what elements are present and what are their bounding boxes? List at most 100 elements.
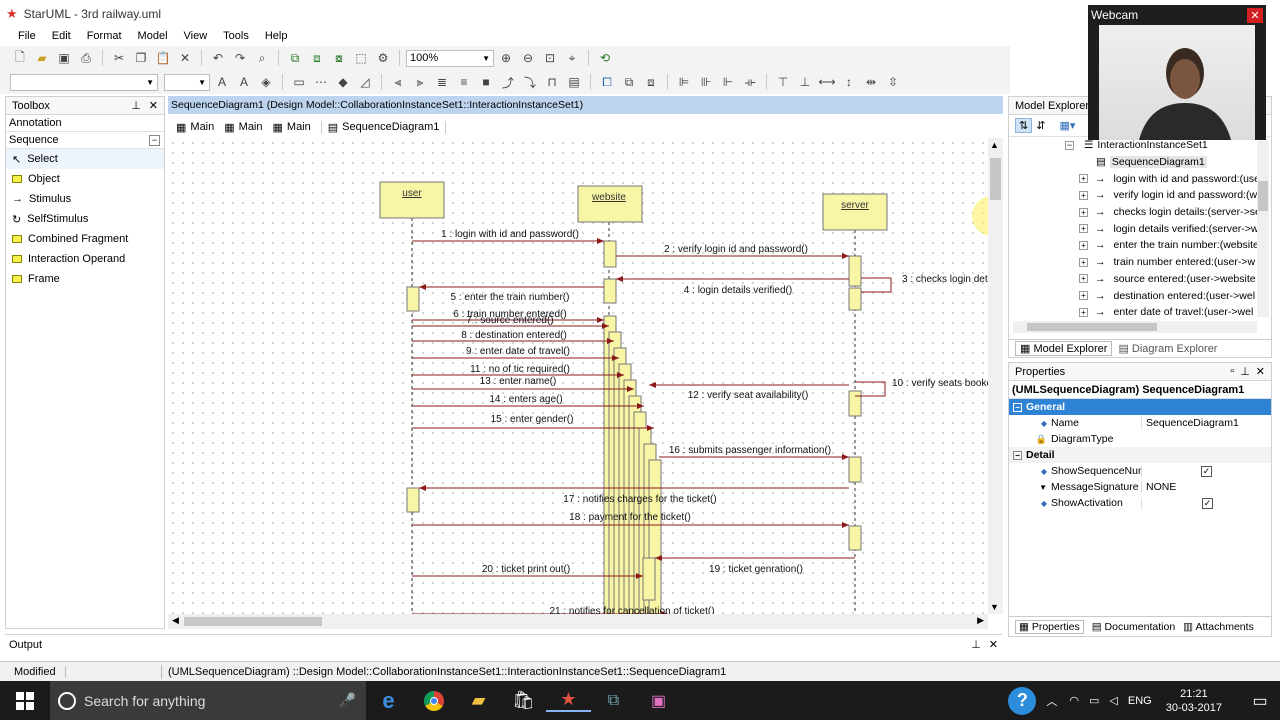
tree-item-message[interactable]: + → train number entered:(user->w — [1065, 254, 1271, 271]
show-activation-checkbox[interactable]: ✓ — [1202, 497, 1213, 509]
tree-item-message[interactable]: + → login with id and password:(use — [1065, 170, 1271, 187]
cut-icon[interactable]: ✂ — [109, 49, 129, 67]
close-icon[interactable]: ✕ — [989, 638, 998, 651]
message-arrowhead[interactable] — [842, 454, 849, 460]
tree-item-message[interactable]: + → destination entered:(user->wel — [1065, 287, 1271, 304]
zoom-combo[interactable]: 100% ▼ — [406, 49, 494, 67]
close-icon[interactable]: ✕ — [1256, 365, 1265, 378]
message-arrowhead[interactable] — [419, 485, 426, 491]
activation-bar[interactable] — [848, 456, 862, 483]
prop-showactivation[interactable]: ◆ ShowActivation ✓ — [1009, 495, 1271, 511]
text-icon[interactable]: ≡ — [454, 73, 474, 91]
chrome-icon[interactable] — [411, 690, 456, 711]
sort-icon[interactable]: ⇅ — [1015, 118, 1033, 133]
arrange-icon[interactable]: ⧠ — [597, 73, 617, 91]
microphone-icon[interactable]: 🎤 — [339, 692, 366, 709]
tool-interaction-operand[interactable]: Interaction Operand — [6, 249, 164, 269]
activation-bar[interactable] — [603, 278, 617, 304]
font-family-combo[interactable]: ▼ — [10, 73, 158, 91]
help-icon[interactable]: ? — [1008, 686, 1037, 715]
message-arrowhead[interactable] — [842, 522, 849, 528]
color-icon[interactable]: ◆ — [333, 73, 353, 91]
wifi-icon[interactable]: ◠ — [1069, 694, 1079, 707]
tab-model-explorer[interactable]: ▦ Model Explorer — [1015, 341, 1113, 356]
language-indicator[interactable]: ENG — [1128, 695, 1152, 707]
filter-icon[interactable]: ▦▾ — [1059, 119, 1075, 132]
scroll-right-icon[interactable]: ▶ — [977, 615, 984, 626]
vertical-scrollbar[interactable]: ▲ ▼ — [988, 138, 1003, 614]
autosize-icon[interactable]: ▤ — [564, 73, 584, 91]
tree-item-message[interactable]: + → source entered:(user->website — [1065, 271, 1271, 288]
menu-edit[interactable]: Edit — [46, 30, 77, 42]
save-icon[interactable]: ▣ — [54, 49, 74, 67]
tool-selfstimulus[interactable]: ↻ SelfStimulus — [6, 209, 164, 229]
category-general[interactable]: − General — [1009, 399, 1271, 415]
collapse-icon[interactable]: − — [149, 134, 160, 146]
restore-icon[interactable]: ▫ — [1230, 365, 1234, 378]
bring-front-icon[interactable]: ⧉ — [619, 73, 639, 91]
align-centers-icon[interactable]: ⊪ — [696, 73, 716, 91]
tree-item-message[interactable]: + → verify login id and password:(w — [1065, 187, 1271, 204]
scroll-left-icon[interactable]: ◀ — [172, 615, 179, 626]
diagram-canvas[interactable]: user website server 1 : login with id and p… — [168, 138, 988, 614]
pin-icon[interactable]: ⊥ — [971, 638, 981, 651]
open-folder-icon[interactable]: ▰ — [32, 49, 52, 67]
activation-bar[interactable] — [406, 487, 420, 513]
diagram-icon[interactable]: ⧈ — [307, 49, 327, 67]
paste-icon[interactable]: 📋 — [153, 49, 173, 67]
tree-item-message[interactable]: + → enter date of travel:(user->wel — [1065, 304, 1271, 321]
close-icon[interactable]: ✕ — [149, 99, 158, 112]
tab-main-1[interactable]: ▦ Main — [176, 121, 214, 134]
close-icon[interactable]: ✕ — [1247, 7, 1263, 23]
prop-value[interactable]: NONE — [1141, 481, 1176, 493]
tool-combined-fragment[interactable]: Combined Fragment — [6, 229, 164, 249]
activation-bar[interactable] — [406, 286, 420, 312]
zoom-in-icon[interactable]: ⊕ — [496, 49, 516, 67]
space-vertical-icon[interactable]: ↕ — [839, 73, 859, 91]
zoom-out-icon[interactable]: ⊖ — [518, 49, 538, 67]
fill-color-icon[interactable]: ◈ — [256, 73, 276, 91]
layout-icon[interactable]: ⧇ — [329, 49, 349, 67]
message-arrowhead[interactable] — [597, 317, 604, 323]
show-sequence-checkbox[interactable]: ✓ — [1201, 465, 1212, 477]
prop-messagesignature[interactable]: ▼ MessageSignature NONE — [1009, 479, 1271, 495]
copy-icon[interactable]: ❐ — [131, 49, 151, 67]
tab-attachments[interactable]: ▥ Attachments — [1183, 621, 1254, 633]
tab-documentation[interactable]: ▤ Documentation — [1092, 621, 1175, 633]
send-back-icon[interactable]: ⧈ — [641, 73, 661, 91]
message-arrowhead[interactable] — [649, 382, 656, 388]
chevron-up-icon[interactable]: ︿ — [1046, 693, 1057, 709]
message-arrowhead[interactable] — [419, 284, 426, 290]
box-icon[interactable]: ■ — [476, 73, 496, 91]
activation-bar[interactable] — [848, 255, 862, 287]
print-icon[interactable]: ⎙ — [76, 49, 96, 67]
tab-main-3[interactable]: ▦ Main — [273, 121, 311, 134]
tab-properties[interactable]: ▦ Properties — [1015, 619, 1084, 634]
battery-icon[interactable]: ▭ — [1089, 694, 1099, 707]
tab-sequence-diagram[interactable]: ▤ SequenceDiagram1 — [320, 120, 447, 134]
font-color-icon[interactable]: A — [234, 73, 254, 91]
align-left-icon[interactable]: ⫷ — [388, 73, 408, 91]
activation-bar[interactable] — [848, 390, 862, 417]
message-arrowhead[interactable] — [842, 253, 849, 259]
distribute-icon[interactable]: ⇹ — [861, 73, 881, 91]
edge-icon[interactable]: e — [366, 688, 411, 714]
windows-start-icon[interactable] — [0, 691, 50, 710]
clock[interactable]: 21:21 30-03-2017 — [1166, 687, 1222, 715]
notifications-icon[interactable]: ▭ — [1240, 691, 1280, 711]
tab-main-2[interactable]: ▦ Main — [224, 121, 262, 134]
network-tool-icon[interactable]: ⧉ — [591, 692, 636, 710]
activation-bar[interactable] — [642, 557, 656, 601]
sort-alpha-icon[interactable]: ⇵ — [1036, 119, 1045, 132]
explorer-vscroll[interactable] — [1257, 141, 1269, 317]
tab-diagram-explorer[interactable]: ▤ Diagram Explorer — [1118, 342, 1217, 355]
scroll-up-icon[interactable]: ▲ — [990, 140, 999, 150]
zoom-reset-icon[interactable]: ⌖ — [562, 49, 582, 67]
export-icon[interactable]: ⬚ — [351, 49, 371, 67]
tree-item-message[interactable]: + → login details verified:(server->w — [1065, 220, 1271, 237]
align-center-icon[interactable]: ⫸ — [410, 73, 430, 91]
store-icon[interactable]: 🛍 — [501, 690, 546, 711]
route-icon[interactable]: ⤴ — [498, 73, 518, 91]
taskbar-search[interactable]: Search for anything 🎤 — [50, 681, 366, 720]
align-right-icon[interactable]: ≣ — [432, 73, 452, 91]
